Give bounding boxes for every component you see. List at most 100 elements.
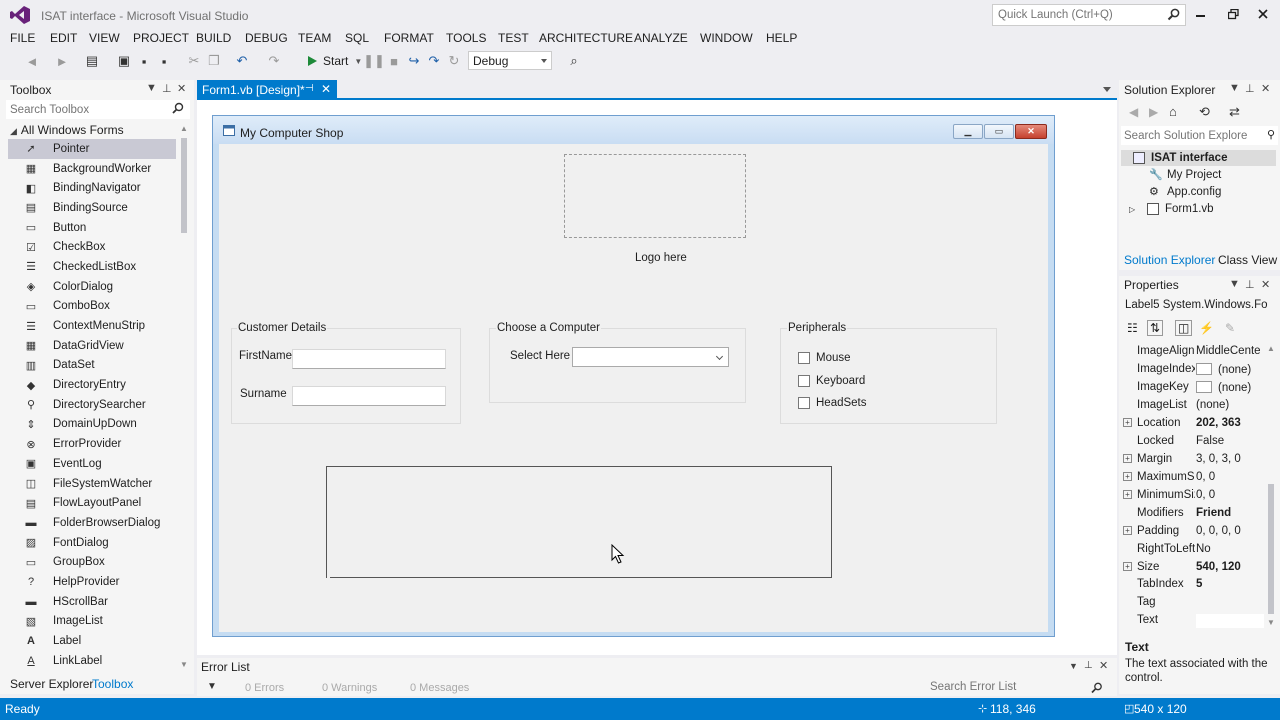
properties-icon[interactable]: ◫ [1175,320,1193,336]
expand-icon[interactable]: + [1123,526,1132,535]
toolbox-item-fontdialog[interactable]: ▨ FontDialog [8,533,176,553]
copy-icon[interactable]: ❐ [206,53,222,69]
error-list-search-input[interactable] [930,679,1080,695]
toolbox-item-errorprovider[interactable]: ⊗ ErrorProvider [8,434,176,454]
prop-value[interactable]: No [1196,543,1264,555]
scroll-up-icon[interactable]: ▲ [180,124,188,133]
prop-row-imagekey[interactable]: ImageKey (none) [1123,379,1264,397]
pin-icon[interactable]: ⊥ [1084,660,1093,671]
menu-team[interactable]: TEAM [298,31,331,45]
solution-search-box[interactable]: ⚲ [1121,126,1278,145]
logo-picturebox[interactable] [564,154,746,238]
search-icon[interactable]: ⚲ [1267,128,1275,141]
prop-row-padding[interactable]: + Padding 0, 0, 0, 0 [1123,523,1264,541]
menu-test[interactable]: TEST [498,31,529,45]
prop-value[interactable]: 5 [1196,578,1264,590]
scrollbar-thumb[interactable] [1268,484,1274,614]
start-debugging-button[interactable]: Start ▼ [308,52,362,70]
toolbox-item-directoryentry[interactable]: ◆ DirectoryEntry [8,375,176,395]
save-icon[interactable]: ▪ [136,53,152,69]
prop-row-text[interactable]: Text [1123,612,1264,630]
pin-icon[interactable]: ⊥ [162,82,172,95]
scroll-up-icon[interactable]: ▲ [1267,344,1275,353]
toolbox-item-button[interactable]: ▭ Button [8,218,176,238]
toolbox-item-eventlog[interactable]: ▣ EventLog [8,454,176,474]
prop-value[interactable]: 3, 0, 3, 0 [1196,453,1264,465]
prop-row-imagealign[interactable]: ImageAlign MiddleCente [1123,343,1264,361]
toolbox-search-box[interactable] [6,100,190,119]
restart-icon[interactable]: ↻ [446,53,462,69]
prop-row-maximumsize[interactable]: + MaximumSize0, 0 [1123,469,1264,487]
toolbox-group-header[interactable]: ◢ All Windows Forms [10,123,124,137]
open-file-icon[interactable]: ▣ [116,53,132,69]
toolbox-item-groupbox[interactable]: ▭ GroupBox [8,552,176,572]
menu-window[interactable]: WINDOW [700,31,753,45]
scrollbar-thumb[interactable] [181,138,187,233]
expand-icon[interactable]: + [1123,418,1132,427]
toolbox-item-checkbox[interactable]: ☑ CheckBox [8,237,176,257]
messages-filter[interactable]: 0 Messages [410,682,469,694]
close-icon[interactable]: ✕ [1261,82,1270,95]
prop-value[interactable]: 0, 0, 0, 0 [1196,525,1264,537]
save-all-icon[interactable]: ▪ [156,53,172,69]
close-icon[interactable]: ✕ [1099,659,1108,672]
menu-view[interactable]: VIEW [89,31,120,45]
forward-icon[interactable]: ▶ [1149,105,1158,119]
form-maximize-button[interactable]: ▭ [984,124,1014,139]
tab-solution-explorer[interactable]: Solution Explorer [1124,253,1215,267]
toolbox-item-folderbrowserdialog[interactable]: ▬ FolderBrowserDialog [8,513,176,533]
prop-row-imagelist[interactable]: ImageList (none) [1123,397,1264,415]
prop-row-location[interactable]: + Location 202, 363 [1123,415,1264,433]
tree-item-form1[interactable]: ▷ Form1.vb [1129,201,1214,217]
prop-value[interactable]: Friend [1196,507,1264,519]
prop-value-wrap[interactable]: (none) [1196,381,1264,394]
form-close-button[interactable]: ✕ [1015,124,1047,139]
close-window-button[interactable] [1246,4,1280,24]
keyboard-label[interactable]: Keyboard [816,375,865,387]
menu-sql[interactable]: SQL [345,31,369,45]
chevron-down-icon[interactable]: ▼ [1229,82,1240,94]
toolbox-item-hscrollbar[interactable]: ▬ HScrollBar [8,592,176,612]
prop-value[interactable]: 0, 0 [1196,489,1264,501]
toolbox-item-imagelist[interactable]: ▧ ImageList [8,612,176,632]
tab-toolbox[interactable]: Toolbox [92,677,133,691]
toolbox-item-filesystemwatcher[interactable]: ◫ FileSystemWatcher [8,474,176,494]
menu-debug[interactable]: DEBUG [245,31,288,45]
scroll-down-icon[interactable]: ▼ [180,660,188,669]
tree-item-my-project[interactable]: 🔧 My Project [1149,167,1221,183]
pin-icon[interactable]: ⊣ [305,83,314,94]
prop-row-locked[interactable]: Locked False [1123,433,1264,451]
search-icon[interactable] [1167,8,1180,21]
toolbox-item-combobox[interactable]: ▭ ComboBox [8,297,176,317]
chevron-down-icon[interactable]: ▼ [1229,278,1240,290]
menu-architecture[interactable]: ARCHITECTURE [539,31,633,45]
close-icon[interactable]: ✕ [177,82,186,95]
prop-row-tabindex[interactable]: TabIndex 5 [1123,576,1264,594]
errors-filter[interactable]: 0 Errors [245,682,284,694]
tab-server-explorer[interactable]: Server Explorer [10,677,93,691]
prop-value[interactable]: 202, 363 [1196,417,1264,429]
mouse-checkbox[interactable] [798,352,810,364]
toolbox-item-flowlayoutpanel[interactable]: ▤ FlowLayoutPanel [8,493,176,513]
toolbox-item-datagridview[interactable]: ▦ DataGridView [8,336,176,356]
prop-value[interactable]: (none) [1196,399,1264,411]
output-label-panel[interactable] [326,466,832,579]
step-into-icon[interactable]: ↪ [406,53,422,69]
warnings-filter[interactable]: 0 Warnings [322,682,377,694]
tab-class-view[interactable]: Class View [1218,253,1277,267]
toolbox-item-backgroundworker[interactable]: ▦ BackgroundWorker [8,159,176,179]
alphabetical-icon[interactable]: ⇅ [1147,320,1164,336]
properties-object-selector[interactable]: Label5 System.Windows.Fo [1125,299,1275,311]
new-project-icon[interactable]: ▤ [84,53,100,69]
categorized-icon[interactable]: ☷ [1127,321,1138,335]
prop-row-minimumsize[interactable]: + MinimumSize0, 0 [1123,487,1264,505]
prop-row-imageindex[interactable]: ImageIndex (none) [1123,361,1264,379]
menu-tools[interactable]: TOOLS [446,31,486,45]
expand-arrow-icon[interactable]: ▷ [1129,205,1141,214]
cut-icon[interactable]: ✂ [186,53,202,69]
close-icon[interactable]: ✕ [1261,278,1270,291]
menu-edit[interactable]: EDIT [50,31,77,45]
menu-help[interactable]: HELP [766,31,797,45]
scroll-down-icon[interactable]: ▼ [1267,618,1275,627]
restore-button[interactable] [1216,4,1250,24]
